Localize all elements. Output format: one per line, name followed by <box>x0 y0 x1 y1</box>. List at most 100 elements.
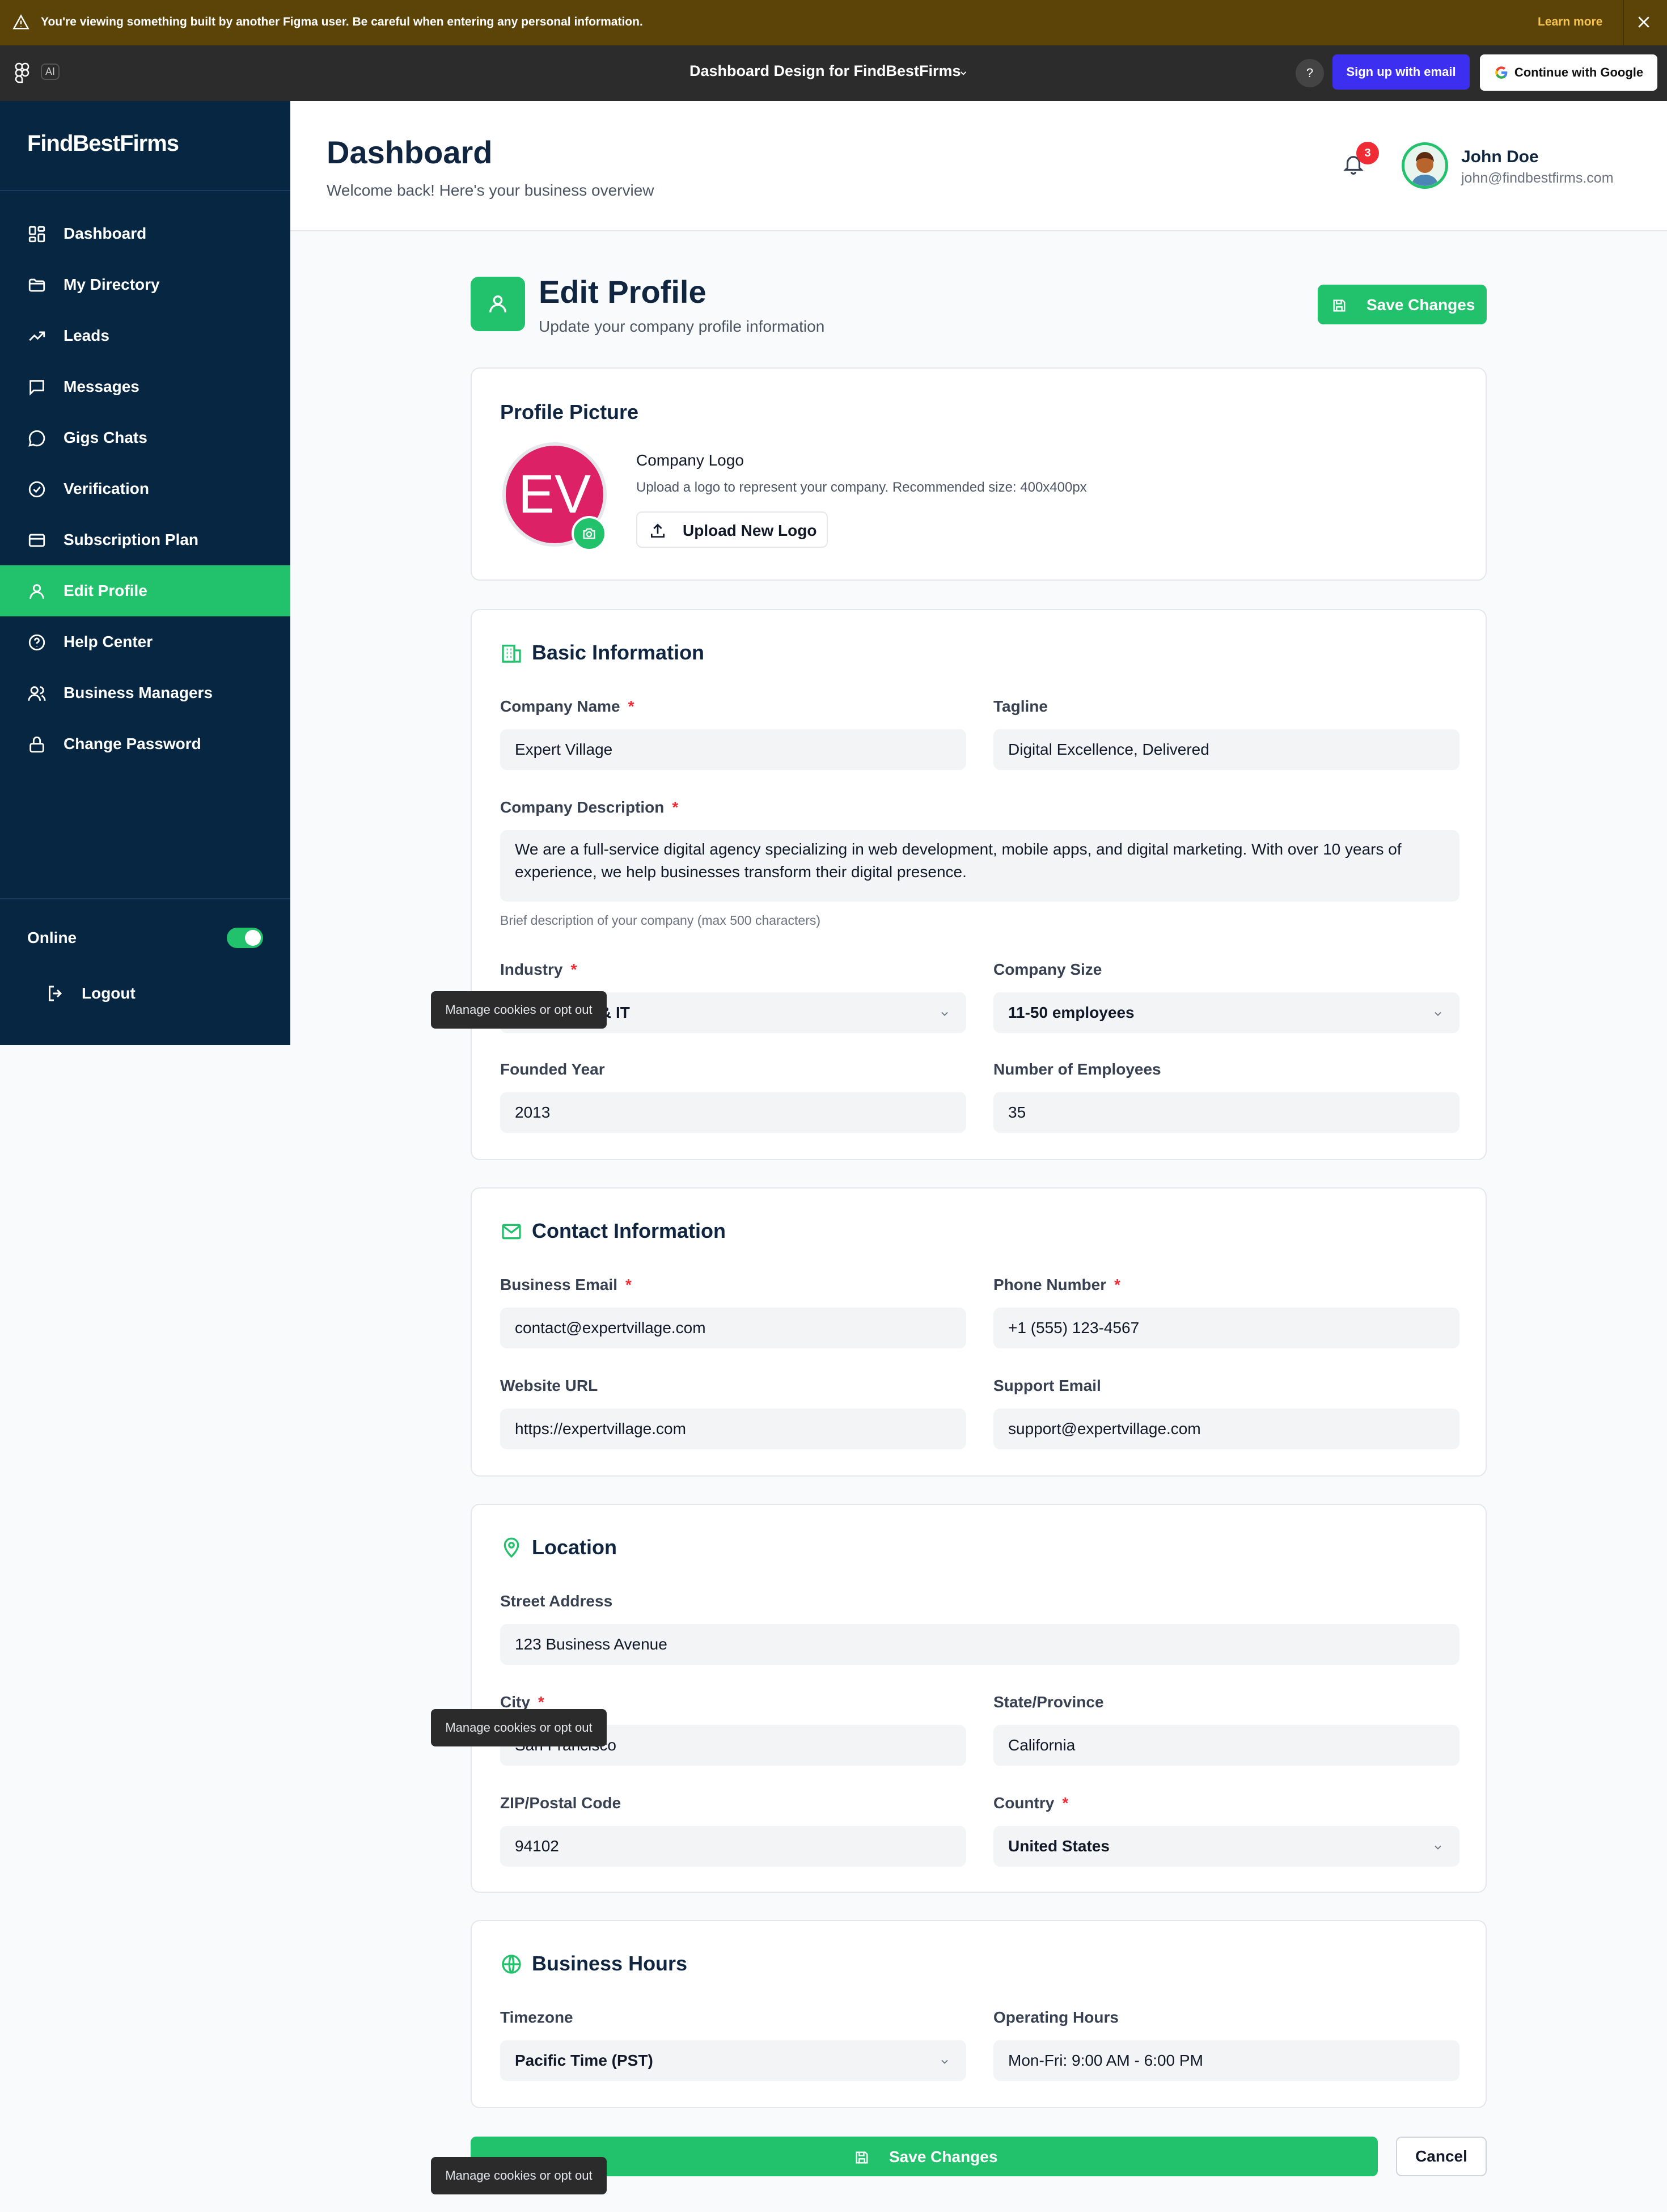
file-title[interactable]: Dashboard Design for FindBestFirms <box>689 62 961 80</box>
sidebar-item-help-center[interactable]: Help Center <box>0 616 290 667</box>
tagline-input[interactable]: Digital Excellence, Delivered <box>993 729 1459 770</box>
founded-year-input[interactable]: 2013 <box>500 1092 966 1133</box>
profile-picture-card: Profile Picture EV Company Logo Upload a… <box>471 367 1487 581</box>
support-email-input[interactable]: support@expertvillage.com <box>993 1409 1459 1449</box>
sidebar-item-label: Subscription Plan <box>64 531 199 548</box>
sidebar-item-label: Verification <box>64 480 149 497</box>
zip-input[interactable]: 94102 <box>500 1826 966 1867</box>
employees-input[interactable]: 35 <box>993 1092 1459 1133</box>
support-email-label: Support Email <box>993 1377 1101 1394</box>
learn-more-link[interactable]: Learn more <box>1538 15 1602 29</box>
sidebar-item-business-managers[interactable]: Business Managers <box>0 667 290 718</box>
notification-badge: 3 <box>1356 142 1379 164</box>
business-email-input[interactable]: contact@expertvillage.com <box>500 1308 966 1348</box>
save-changes-button[interactable]: Save Changes <box>1318 285 1487 324</box>
street-address-input[interactable]: 123 Business Avenue <box>500 1624 1459 1665</box>
chevron-down-icon <box>941 1012 948 1016</box>
sidebar-item-label: My Directory <box>64 276 160 293</box>
cookie-tooltip[interactable]: Manage cookies or opt out <box>431 991 607 1029</box>
header-subtitle: Welcome back! Here's your business overv… <box>327 181 654 199</box>
figma-logo-icon[interactable] <box>15 62 29 84</box>
website-url-input[interactable]: https://expertvillage.com <box>500 1409 966 1449</box>
upload-label: Upload New Logo <box>683 522 817 539</box>
country-label: Country * <box>993 1794 1069 1812</box>
warning-icon <box>12 14 29 31</box>
sidebar-item-change-password[interactable]: Change Password <box>0 718 290 769</box>
logo-heading: Company Logo <box>636 451 744 469</box>
chat-icon <box>27 429 46 448</box>
sidebar: FindBestFirms Dashboard My Directory Lea… <box>0 101 290 1045</box>
continue-google-label: Continue with Google <box>1514 65 1644 79</box>
toggle-knob <box>245 930 261 946</box>
page-title: Edit Profile <box>539 274 706 310</box>
logo-help-text: Upload a logo to represent your company.… <box>636 480 1087 495</box>
website-url-label: Website URL <box>500 1377 598 1394</box>
company-name-label: Company Name * <box>500 697 634 715</box>
sidebar-item-label: Business Managers <box>64 684 213 701</box>
sidebar-item-label: Messages <box>64 378 139 395</box>
card-title: Profile Picture <box>500 400 639 424</box>
sidebar-item-gigs-chats[interactable]: Gigs Chats <box>0 412 290 463</box>
globe-icon <box>500 1953 523 1976</box>
sidebar-item-messages[interactable]: Messages <box>0 361 290 412</box>
header-title: Dashboard <box>327 134 493 170</box>
user-icon <box>27 582 46 601</box>
country-select[interactable]: United States <box>993 1826 1459 1867</box>
tagline-label: Tagline <box>993 697 1048 715</box>
cookie-tooltip[interactable]: Manage cookies or opt out <box>431 1709 607 1746</box>
page-subtitle: Update your company profile information <box>539 318 825 335</box>
sidebar-item-label: Gigs Chats <box>64 429 147 446</box>
figma-warning-banner: You're viewing something built by anothe… <box>0 0 1667 45</box>
user-email: john@findbestfirms.com <box>1461 170 1614 186</box>
chevron-down-icon <box>1435 1845 1441 1850</box>
online-toggle[interactable] <box>227 928 263 948</box>
business-email-label: Business Email * <box>500 1276 632 1293</box>
cookie-tooltip[interactable]: Manage cookies or opt out <box>431 2157 607 2194</box>
lock-icon <box>27 735 46 754</box>
building-icon <box>500 642 523 665</box>
chevron-down-icon[interactable] <box>958 68 968 78</box>
dashboard-icon <box>27 225 46 244</box>
continue-google-button[interactable]: Continue with Google <box>1480 54 1657 91</box>
company-description-textarea[interactable]: We are a full-service digital agency spe… <box>500 830 1459 902</box>
sidebar-item-subscription-plan[interactable]: Subscription Plan <box>0 514 290 565</box>
founded-year-label: Founded Year <box>500 1060 605 1078</box>
upload-icon <box>651 523 665 538</box>
help-button[interactable]: ? <box>1296 59 1324 87</box>
camera-icon[interactable] <box>572 516 607 551</box>
sidebar-item-label: Leads <box>64 327 109 344</box>
company-name-input[interactable]: Expert Village <box>500 729 966 770</box>
cancel-button[interactable]: Cancel <box>1396 2137 1487 2176</box>
divider <box>1623 0 1624 45</box>
avatar[interactable] <box>1402 142 1448 189</box>
company-size-select[interactable]: 11-50 employees <box>993 992 1459 1033</box>
state-input[interactable]: California <box>993 1725 1459 1766</box>
sidebar-item-dashboard[interactable]: Dashboard <box>0 208 290 259</box>
logout-button[interactable]: Logout <box>45 979 215 1007</box>
timezone-select[interactable]: Pacific Time (PST) <box>500 2040 966 2081</box>
sidebar-item-verification[interactable]: Verification <box>0 463 290 514</box>
close-icon[interactable] <box>1635 14 1652 31</box>
sidebar-item-edit-profile[interactable]: Edit Profile <box>0 565 290 616</box>
folder-icon <box>27 276 46 295</box>
sidebar-item-leads[interactable]: Leads <box>0 310 290 361</box>
divider <box>0 898 290 899</box>
mail-icon <box>500 1220 523 1243</box>
brand-logo[interactable]: FindBestFirms <box>27 131 179 157</box>
operating-hours-input[interactable]: Mon-Fri: 9:00 AM - 6:00 PM <box>993 2040 1459 2081</box>
signup-email-button[interactable]: Sign up with email <box>1332 54 1470 90</box>
timezone-value: Pacific Time (PST) <box>515 2052 653 2069</box>
sidebar-item-label: Dashboard <box>64 225 147 242</box>
save-icon <box>1333 299 1346 312</box>
sidebar-item-my-directory[interactable]: My Directory <box>0 259 290 310</box>
save-changes-bottom-button[interactable]: Save Changes <box>471 2137 1378 2176</box>
phone-number-input[interactable]: +1 (555) 123-4567 <box>993 1308 1459 1348</box>
card-icon <box>27 531 46 550</box>
basic-information-card: Basic Information Company Name * Expert V… <box>471 609 1487 1160</box>
message-icon <box>27 378 46 397</box>
upload-logo-button[interactable]: Upload New Logo <box>636 511 828 548</box>
company-size-label: Company Size <box>993 961 1102 978</box>
check-circle-icon <box>27 480 46 499</box>
google-icon <box>1494 65 1509 80</box>
ai-badge[interactable]: AI <box>41 64 60 80</box>
